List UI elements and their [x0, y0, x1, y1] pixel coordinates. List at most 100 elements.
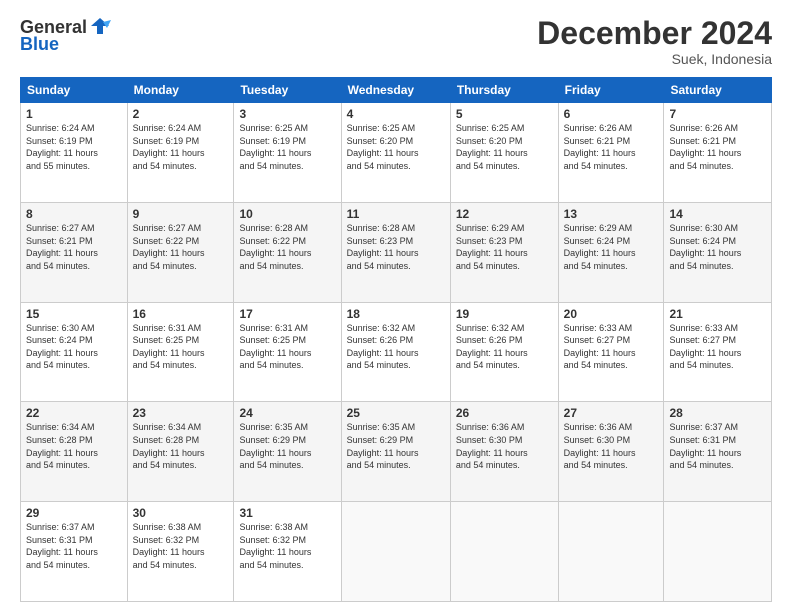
day-info: Sunrise: 6:37 AM Sunset: 6:31 PM Dayligh…	[26, 521, 122, 571]
day-info: Sunrise: 6:25 AM Sunset: 6:19 PM Dayligh…	[239, 122, 335, 172]
month-title: December 2024	[537, 16, 772, 51]
day-number: 7	[669, 107, 766, 121]
calendar-week-row: 1Sunrise: 6:24 AM Sunset: 6:19 PM Daylig…	[21, 103, 772, 203]
calendar-day-cell: 4Sunrise: 6:25 AM Sunset: 6:20 PM Daylig…	[341, 103, 450, 203]
column-header-tuesday: Tuesday	[234, 78, 341, 103]
day-info: Sunrise: 6:36 AM Sunset: 6:30 PM Dayligh…	[456, 421, 553, 471]
calendar-day-cell: 28Sunrise: 6:37 AM Sunset: 6:31 PM Dayli…	[664, 402, 772, 502]
day-info: Sunrise: 6:35 AM Sunset: 6:29 PM Dayligh…	[239, 421, 335, 471]
day-number: 22	[26, 406, 122, 420]
day-number: 27	[564, 406, 659, 420]
day-number: 8	[26, 207, 122, 221]
calendar-day-cell: 8Sunrise: 6:27 AM Sunset: 6:21 PM Daylig…	[21, 202, 128, 302]
calendar-empty-cell	[664, 502, 772, 602]
day-info: Sunrise: 6:32 AM Sunset: 6:26 PM Dayligh…	[347, 322, 445, 372]
day-number: 10	[239, 207, 335, 221]
calendar-day-cell: 20Sunrise: 6:33 AM Sunset: 6:27 PM Dayli…	[558, 302, 664, 402]
calendar-week-row: 15Sunrise: 6:30 AM Sunset: 6:24 PM Dayli…	[21, 302, 772, 402]
logo: General Blue	[20, 16, 111, 55]
calendar-day-cell: 7Sunrise: 6:26 AM Sunset: 6:21 PM Daylig…	[664, 103, 772, 203]
calendar-day-cell: 13Sunrise: 6:29 AM Sunset: 6:24 PM Dayli…	[558, 202, 664, 302]
calendar-week-row: 22Sunrise: 6:34 AM Sunset: 6:28 PM Dayli…	[21, 402, 772, 502]
day-number: 2	[133, 107, 229, 121]
calendar-week-row: 8Sunrise: 6:27 AM Sunset: 6:21 PM Daylig…	[21, 202, 772, 302]
day-info: Sunrise: 6:31 AM Sunset: 6:25 PM Dayligh…	[133, 322, 229, 372]
day-number: 9	[133, 207, 229, 221]
day-number: 19	[456, 307, 553, 321]
day-number: 23	[133, 406, 229, 420]
calendar-day-cell: 2Sunrise: 6:24 AM Sunset: 6:19 PM Daylig…	[127, 103, 234, 203]
day-number: 16	[133, 307, 229, 321]
location: Suek, Indonesia	[537, 51, 772, 67]
day-info: Sunrise: 6:29 AM Sunset: 6:23 PM Dayligh…	[456, 222, 553, 272]
day-info: Sunrise: 6:33 AM Sunset: 6:27 PM Dayligh…	[669, 322, 766, 372]
day-number: 14	[669, 207, 766, 221]
day-number: 30	[133, 506, 229, 520]
column-header-wednesday: Wednesday	[341, 78, 450, 103]
calendar-day-cell: 1Sunrise: 6:24 AM Sunset: 6:19 PM Daylig…	[21, 103, 128, 203]
calendar-day-cell: 11Sunrise: 6:28 AM Sunset: 6:23 PM Dayli…	[341, 202, 450, 302]
calendar-day-cell: 31Sunrise: 6:38 AM Sunset: 6:32 PM Dayli…	[234, 502, 341, 602]
day-number: 20	[564, 307, 659, 321]
day-number: 25	[347, 406, 445, 420]
day-number: 11	[347, 207, 445, 221]
calendar-day-cell: 6Sunrise: 6:26 AM Sunset: 6:21 PM Daylig…	[558, 103, 664, 203]
day-number: 26	[456, 406, 553, 420]
day-number: 13	[564, 207, 659, 221]
calendar-day-cell: 18Sunrise: 6:32 AM Sunset: 6:26 PM Dayli…	[341, 302, 450, 402]
day-info: Sunrise: 6:24 AM Sunset: 6:19 PM Dayligh…	[133, 122, 229, 172]
calendar-day-cell: 23Sunrise: 6:34 AM Sunset: 6:28 PM Dayli…	[127, 402, 234, 502]
calendar-page: General Blue December 2024 Suek, Indones…	[0, 0, 792, 612]
header: General Blue December 2024 Suek, Indones…	[20, 16, 772, 67]
day-info: Sunrise: 6:31 AM Sunset: 6:25 PM Dayligh…	[239, 322, 335, 372]
day-info: Sunrise: 6:24 AM Sunset: 6:19 PM Dayligh…	[26, 122, 122, 172]
logo-bird-icon	[89, 16, 111, 38]
calendar-day-cell: 16Sunrise: 6:31 AM Sunset: 6:25 PM Dayli…	[127, 302, 234, 402]
day-info: Sunrise: 6:38 AM Sunset: 6:32 PM Dayligh…	[239, 521, 335, 571]
day-info: Sunrise: 6:38 AM Sunset: 6:32 PM Dayligh…	[133, 521, 229, 571]
column-header-saturday: Saturday	[664, 78, 772, 103]
calendar-empty-cell	[558, 502, 664, 602]
calendar-day-cell: 29Sunrise: 6:37 AM Sunset: 6:31 PM Dayli…	[21, 502, 128, 602]
calendar-header-row: SundayMondayTuesdayWednesdayThursdayFrid…	[21, 78, 772, 103]
calendar-day-cell: 10Sunrise: 6:28 AM Sunset: 6:22 PM Dayli…	[234, 202, 341, 302]
column-header-thursday: Thursday	[450, 78, 558, 103]
calendar-day-cell: 5Sunrise: 6:25 AM Sunset: 6:20 PM Daylig…	[450, 103, 558, 203]
day-number: 15	[26, 307, 122, 321]
day-info: Sunrise: 6:29 AM Sunset: 6:24 PM Dayligh…	[564, 222, 659, 272]
day-number: 24	[239, 406, 335, 420]
column-header-friday: Friday	[558, 78, 664, 103]
day-info: Sunrise: 6:25 AM Sunset: 6:20 PM Dayligh…	[456, 122, 553, 172]
calendar-day-cell: 12Sunrise: 6:29 AM Sunset: 6:23 PM Dayli…	[450, 202, 558, 302]
title-block: December 2024 Suek, Indonesia	[537, 16, 772, 67]
day-info: Sunrise: 6:27 AM Sunset: 6:21 PM Dayligh…	[26, 222, 122, 272]
day-info: Sunrise: 6:25 AM Sunset: 6:20 PM Dayligh…	[347, 122, 445, 172]
day-number: 4	[347, 107, 445, 121]
day-number: 5	[456, 107, 553, 121]
day-number: 17	[239, 307, 335, 321]
calendar-empty-cell	[341, 502, 450, 602]
day-info: Sunrise: 6:26 AM Sunset: 6:21 PM Dayligh…	[669, 122, 766, 172]
calendar-day-cell: 3Sunrise: 6:25 AM Sunset: 6:19 PM Daylig…	[234, 103, 341, 203]
day-info: Sunrise: 6:26 AM Sunset: 6:21 PM Dayligh…	[564, 122, 659, 172]
day-info: Sunrise: 6:28 AM Sunset: 6:22 PM Dayligh…	[239, 222, 335, 272]
day-info: Sunrise: 6:27 AM Sunset: 6:22 PM Dayligh…	[133, 222, 229, 272]
calendar-day-cell: 14Sunrise: 6:30 AM Sunset: 6:24 PM Dayli…	[664, 202, 772, 302]
day-number: 31	[239, 506, 335, 520]
day-number: 21	[669, 307, 766, 321]
day-number: 28	[669, 406, 766, 420]
day-info: Sunrise: 6:30 AM Sunset: 6:24 PM Dayligh…	[26, 322, 122, 372]
day-info: Sunrise: 6:37 AM Sunset: 6:31 PM Dayligh…	[669, 421, 766, 471]
calendar-day-cell: 24Sunrise: 6:35 AM Sunset: 6:29 PM Dayli…	[234, 402, 341, 502]
day-info: Sunrise: 6:36 AM Sunset: 6:30 PM Dayligh…	[564, 421, 659, 471]
day-number: 6	[564, 107, 659, 121]
calendar-day-cell: 27Sunrise: 6:36 AM Sunset: 6:30 PM Dayli…	[558, 402, 664, 502]
column-header-sunday: Sunday	[21, 78, 128, 103]
column-header-monday: Monday	[127, 78, 234, 103]
day-number: 29	[26, 506, 122, 520]
calendar-day-cell: 22Sunrise: 6:34 AM Sunset: 6:28 PM Dayli…	[21, 402, 128, 502]
calendar-table: SundayMondayTuesdayWednesdayThursdayFrid…	[20, 77, 772, 602]
day-info: Sunrise: 6:30 AM Sunset: 6:24 PM Dayligh…	[669, 222, 766, 272]
day-number: 18	[347, 307, 445, 321]
day-number: 3	[239, 107, 335, 121]
